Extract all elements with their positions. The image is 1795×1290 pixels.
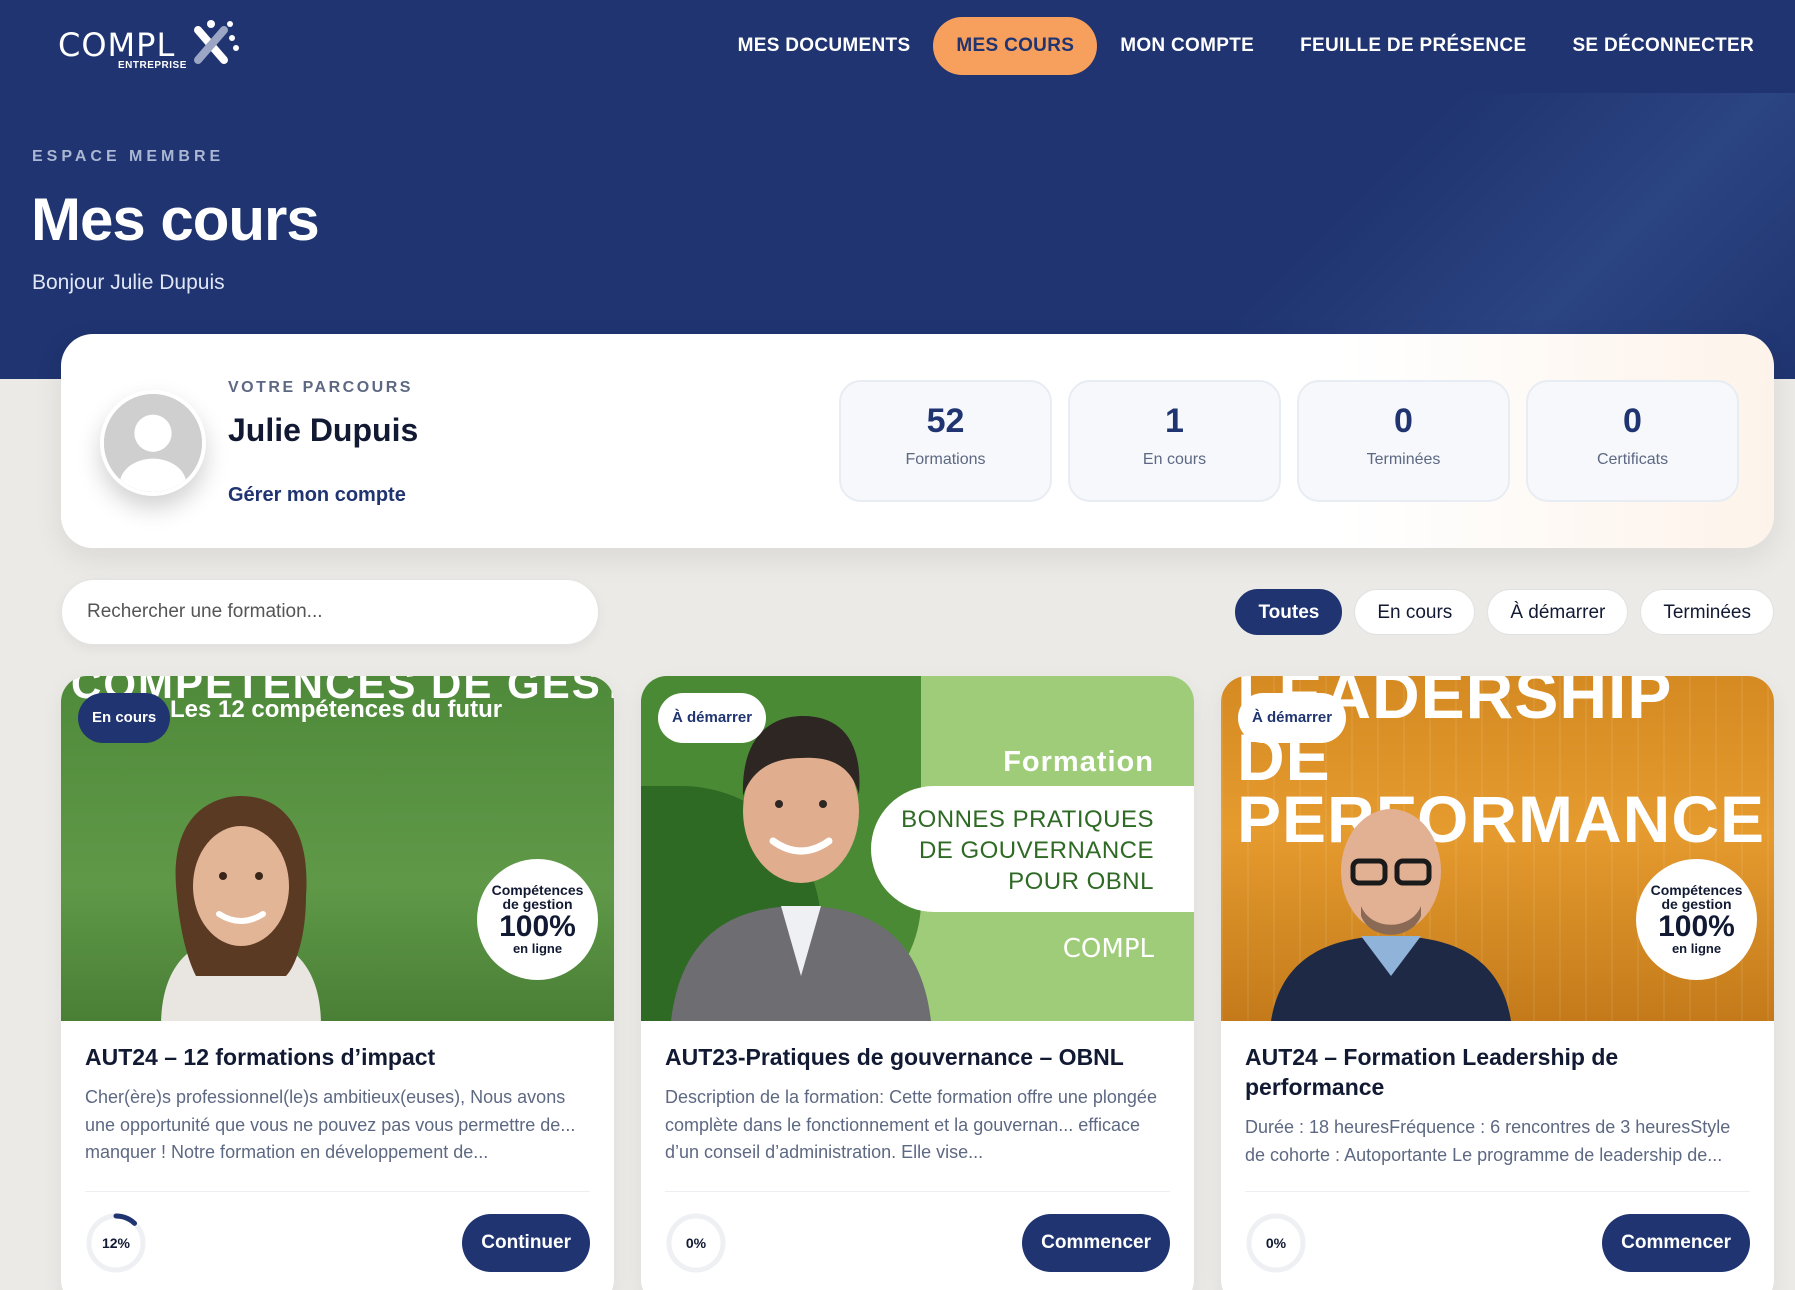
filter-toutes[interactable]: Toutes: [1235, 589, 1343, 635]
course-thumbnail: LEADERSHIP DE PERFORMANCE Compétences de…: [1221, 676, 1774, 1021]
progress-percent: 12%: [101, 1235, 131, 1251]
status-badge: À démarrer: [1238, 693, 1347, 743]
thumbnail-heading: Formation: [1003, 746, 1154, 778]
stat-value: 52: [926, 402, 965, 440]
progress-percent: 0%: [1265, 1235, 1287, 1251]
course-card[interactable]: Formation BONNES PRATIQUES DE GOUVERNANC…: [641, 676, 1194, 1290]
nav-mes-documents[interactable]: MES DOCUMENTS: [715, 17, 934, 75]
course-card[interactable]: COMPÉTENCES DE GESTION Les 12 compétence…: [61, 676, 614, 1290]
page-title: Mes cours: [31, 186, 320, 253]
stat-label: Certificats: [1596, 451, 1669, 468]
stat-terminees: 0 Terminées: [1297, 380, 1510, 502]
logo-subtitle: ENTREPRISE: [118, 60, 187, 71]
thumbnail-subheading: Les 12 compétences du futur: [170, 696, 503, 723]
thumbnail-line: DE GOUVERNANCE: [918, 837, 1154, 864]
nav-feuille-de-presence[interactable]: FEUILLE DE PRÉSENCE: [1277, 17, 1549, 75]
nav-se-deconnecter[interactable]: SE DÉCONNECTER: [1549, 17, 1777, 75]
seal-line: en ligne: [512, 941, 563, 956]
manage-account-link[interactable]: Gérer mon compte: [228, 484, 406, 507]
stat-label: Terminées: [1366, 451, 1441, 468]
course-title[interactable]: AUT24 – 12 formations d’impact: [85, 1042, 590, 1072]
seal-line: de gestion: [502, 896, 573, 912]
course-card[interactable]: LEADERSHIP DE PERFORMANCE Compétences de…: [1221, 676, 1774, 1290]
avatar: [100, 390, 206, 496]
thumbnail-line: BONNES PRATIQUES: [901, 806, 1154, 833]
course-description: Description de la formation: Cette forma…: [665, 1087, 1157, 1162]
filter-tabs: Toutes En cours À démarrer Terminées: [1235, 589, 1774, 635]
search-input[interactable]: [61, 579, 599, 645]
parcours-label: VOTRE PARCOURS: [228, 379, 413, 396]
logo-wordmark: COMPL: [58, 26, 176, 64]
man-with-glasses-illustration: [1271, 809, 1511, 1021]
seal-line: de gestion: [1661, 896, 1732, 912]
course-thumbnail: COMPÉTENCES DE GESTION Les 12 compétence…: [61, 676, 614, 1021]
course-title[interactable]: AUT24 – Formation Leadership de performa…: [1245, 1042, 1750, 1102]
card-divider: [665, 1191, 1170, 1192]
filter-en-cours[interactable]: En cours: [1354, 589, 1476, 635]
progress-ring: 0%: [1245, 1212, 1307, 1274]
progress-ring: 12%: [85, 1212, 147, 1274]
stat-value: 0: [1623, 402, 1642, 440]
competences-seal: Compétences de gestion 100% en ligne: [477, 859, 598, 980]
stat-value: 1: [1165, 402, 1184, 440]
status-badge: En cours: [78, 693, 171, 743]
seal-line: Compétences: [1650, 882, 1743, 898]
seal-percent: 100%: [1658, 910, 1735, 943]
stat-label: En cours: [1142, 451, 1207, 468]
thumbnail-logo: COMPL: [1062, 934, 1154, 964]
seal-line: en ligne: [1671, 941, 1722, 956]
seal-percent: 100%: [499, 910, 576, 943]
start-button[interactable]: Commencer: [1022, 1214, 1170, 1272]
card-divider: [1245, 1191, 1750, 1192]
filter-terminees[interactable]: Terminées: [1640, 589, 1774, 635]
competences-seal: Compétences de gestion 100% en ligne: [1636, 859, 1757, 980]
profile-name: Julie Dupuis: [228, 412, 419, 448]
course-description: Durée : 18 heuresFréquence : 6 rencontre…: [1245, 1117, 1731, 1165]
progress-percent: 0%: [685, 1235, 707, 1251]
status-badge: À démarrer: [658, 693, 767, 743]
top-navigation: COMPL ENTREPRISE MES DOCUMENTS MES COURS…: [0, 0, 1795, 93]
course-description: Cher(ère)s professionnel(le)s ambitieux(…: [85, 1087, 576, 1162]
main-menu: MES DOCUMENTS MES COURS MON COMPTE FEUIL…: [715, 17, 1777, 75]
stat-certificats: 0 Certificats: [1526, 380, 1739, 502]
stat-formations: 52 Formations: [839, 380, 1052, 502]
stats-row: 52 Formations 1 En cours 0 Terminées 0 C…: [839, 380, 1739, 502]
thumbnail-line: POUR OBNL: [1008, 868, 1154, 895]
complex-logo[interactable]: COMPL ENTREPRISE: [58, 18, 248, 74]
nav-mes-cours[interactable]: MES COURS: [933, 17, 1098, 75]
nav-mon-compte[interactable]: MON COMPTE: [1097, 17, 1277, 75]
course-title[interactable]: AUT23-Pratiques de gouvernance – OBNL: [665, 1042, 1170, 1072]
stat-value: 0: [1394, 402, 1413, 440]
card-divider: [85, 1191, 590, 1192]
continue-button[interactable]: Continuer: [462, 1214, 590, 1272]
stat-en-cours: 1 En cours: [1068, 380, 1281, 502]
filter-a-demarrer[interactable]: À démarrer: [1487, 589, 1629, 635]
stat-label: Formations: [905, 451, 986, 468]
seal-line: Compétences: [491, 882, 584, 898]
course-thumbnail: Formation BONNES PRATIQUES DE GOUVERNANC…: [641, 676, 1194, 1021]
profile-card: VOTRE PARCOURS Julie Dupuis Gérer mon co…: [61, 334, 1774, 548]
logo-x-icon: [194, 20, 239, 64]
progress-ring: 0%: [665, 1212, 727, 1274]
woman-portrait-illustration: [161, 796, 321, 1021]
hero-eyebrow: ESPACE MEMBRE: [32, 148, 225, 165]
start-button[interactable]: Commencer: [1602, 1214, 1750, 1272]
greeting-text: Bonjour Julie Dupuis: [32, 271, 225, 294]
user-placeholder-icon: [104, 394, 202, 492]
